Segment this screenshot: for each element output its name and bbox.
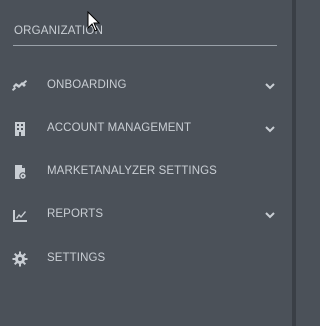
section-divider (13, 45, 277, 46)
sidebar-item-account-management[interactable]: ACCOUNT MANAGEMENT (0, 114, 292, 144)
mouse-cursor-icon (87, 11, 101, 32)
gear-icon (12, 251, 28, 267)
sidebar-item-marketanalyzer-settings[interactable]: MARKETANALYZER SETTINGS (0, 157, 292, 187)
building-icon (15, 122, 25, 136)
chevron-down-icon[interactable] (263, 208, 277, 222)
sidebar-item-label: MARKETANALYZER SETTINGS (47, 165, 217, 177)
file-gear-icon (15, 165, 27, 180)
sidebar-item-settings[interactable]: SETTINGS (0, 244, 292, 274)
chart-icon (13, 210, 27, 222)
sidebar: ORGANIZATION ONBOARDING ACCOUNT MANAGEME… (0, 0, 292, 326)
chevron-down-icon[interactable] (263, 79, 277, 93)
sidebar-edge (292, 0, 296, 326)
chevron-down-icon[interactable] (263, 122, 277, 136)
sidebar-item-onboarding[interactable]: ONBOARDING (0, 71, 292, 101)
sidebar-item-reports[interactable]: REPORTS (0, 200, 292, 230)
sidebar-item-label: SETTINGS (47, 252, 106, 264)
sidebar-item-label: ACCOUNT MANAGEMENT (47, 122, 192, 134)
sidebar-item-label: REPORTS (47, 208, 104, 220)
handshake-icon (12, 80, 27, 91)
sidebar-item-label: ONBOARDING (47, 79, 127, 91)
